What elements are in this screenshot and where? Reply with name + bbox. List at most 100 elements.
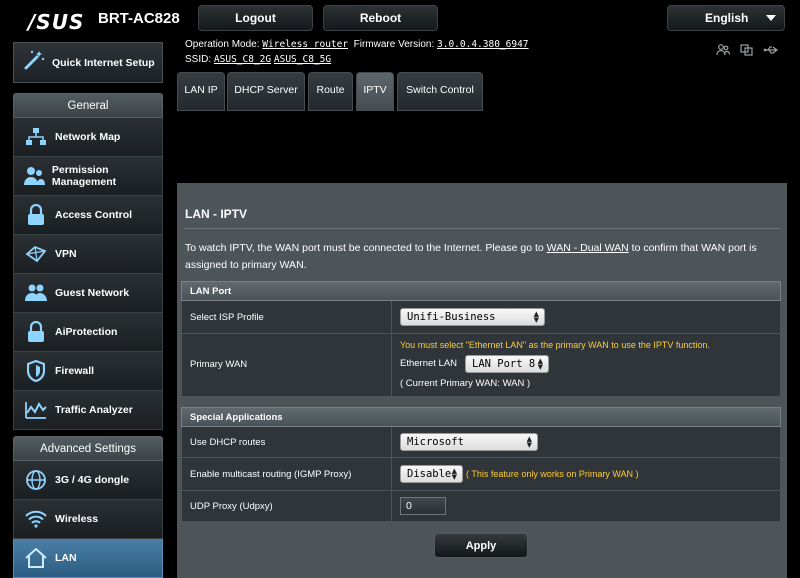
isp-profile-row: Select ISP Profile Unifi-Business ▲ ▼ — [181, 301, 781, 334]
sidebar-item-traffic-analyzer[interactable]: Traffic Analyzer — [13, 391, 163, 430]
isp-profile-label: Select ISP Profile — [190, 312, 264, 323]
tab-switch-control[interactable]: Switch Control — [397, 72, 483, 111]
reboot-button[interactable]: Reboot — [323, 5, 438, 31]
vpn-icon — [22, 240, 50, 268]
page-description: To watch IPTV, the WAN port must be conn… — [185, 240, 770, 274]
title-divider — [184, 228, 780, 229]
sidebar-item-access-control[interactable]: Access Control — [13, 196, 163, 235]
logout-button[interactable]: Logout — [198, 5, 313, 31]
multicast-routing-cell: Disable ▲ ▼ ( This feature only works on … — [391, 458, 782, 490]
primary-wan-row: Primary WAN You must select "Ethernet LA… — [181, 334, 781, 397]
tab-iptv[interactable]: IPTV — [356, 72, 394, 111]
usb-icon[interactable] — [763, 44, 779, 59]
sidebar-item-aiprotection[interactable]: AiProtection — [13, 313, 163, 352]
ethernet-lan-label: Ethernet LAN — [400, 358, 458, 369]
isp-profile-select[interactable]: Unifi-Business ▲ ▼ — [400, 308, 545, 326]
primary-wan-label: Primary WAN — [190, 359, 248, 370]
sidebar-item-wireless[interactable]: Wireless — [13, 500, 163, 539]
sidebar-item-lan[interactable]: LAN — [13, 539, 163, 578]
home-icon — [22, 544, 50, 572]
firmware-link[interactable]: 3.0.0.4.380_6947 — [437, 39, 529, 50]
description-text-1: To watch IPTV, the WAN port must be conn… — [185, 242, 547, 254]
dhcp-routes-cell: Microsoft ▲ ▼ — [391, 427, 782, 457]
dhcp-routes-select[interactable]: Microsoft ▲ ▼ — [400, 433, 538, 451]
sidebar-item-network-map[interactable]: Network Map — [13, 118, 163, 157]
sidebar-item-vpn[interactable]: VPN — [13, 235, 163, 274]
sidebar-item-label: Traffic Analyzer — [55, 404, 133, 416]
multicast-note: ( This feature only works on Primary WAN… — [466, 469, 639, 479]
top-bar: /SUS BRT-AC828 Logout Reboot English — [0, 0, 800, 36]
tab-route[interactable]: Route — [308, 72, 353, 111]
isp-profile-value: Unifi-Business — [407, 311, 496, 323]
lan-port-header: LAN Port — [181, 281, 781, 301]
globe-icon — [22, 466, 50, 494]
wan-dual-wan-link[interactable]: WAN - Dual WAN — [547, 242, 629, 254]
sidebar-item-label: Access Control — [55, 209, 133, 221]
updown-arrow-icon: ▲ ▼ — [533, 310, 539, 324]
sidebar-item-label: Permission Management — [51, 164, 117, 188]
operation-mode-label: Operation Mode: — [185, 39, 260, 50]
sidebar-item-firewall[interactable]: Firewall — [13, 352, 163, 391]
language-select[interactable]: English — [667, 5, 785, 31]
quick-internet-setup[interactable]: Quick Internet Setup — [13, 42, 163, 83]
ssid-5g-link[interactable]: ASUS_C8_5G — [274, 54, 331, 65]
guest-icon — [22, 279, 50, 307]
udp-proxy-cell: 0 — [391, 491, 782, 521]
multicast-routing-row: Enable multicast routing (IGMP Proxy) Di… — [181, 458, 781, 491]
updown-arrow-icon: ▲ ▼ — [526, 435, 532, 449]
current-primary-wan: ( Current Primary WAN: WAN ) — [400, 378, 531, 389]
primary-wan-warning: You must select "Ethernet LAN" as the pr… — [400, 340, 710, 350]
magic-wand-icon — [22, 48, 46, 77]
operation-mode-line: Operation Mode: Wireless router Firmware… — [185, 39, 529, 50]
general-header: General — [13, 93, 163, 118]
ssid-2g-link[interactable]: ASUS_C8_2G — [214, 54, 271, 65]
wifi-icon — [22, 505, 50, 533]
users-icon — [22, 162, 47, 190]
clients-icon[interactable] — [716, 44, 731, 59]
sidebar-item-label: LAN — [55, 552, 77, 564]
udp-proxy-label: UDP Proxy (Udpxy) — [190, 501, 273, 512]
dhcp-routes-row: Use DHCP routes Microsoft ▲ ▼ — [181, 427, 781, 458]
special-applications-header: Special Applications — [181, 407, 781, 427]
network-map-icon — [22, 123, 50, 151]
dhcp-routes-value: Microsoft — [407, 436, 464, 448]
sidebar-item-label: Network Map — [55, 131, 121, 143]
page-title: LAN - IPTV — [185, 207, 247, 221]
multicast-routing-label: Enable multicast routing (IGMP Proxy) — [190, 469, 352, 480]
sidebar-item-dongle[interactable]: 3G / 4G dongle — [13, 461, 163, 500]
operation-mode-link[interactable]: Wireless router — [262, 39, 348, 50]
udp-proxy-input[interactable]: 0 — [400, 497, 446, 515]
sidebar-item-label: 3G / 4G dongle — [55, 474, 130, 486]
multicast-routing-value: Disable — [407, 468, 452, 480]
dhcp-routes-label: Use DHCP routes — [190, 437, 266, 448]
sidebar-item-permission-management[interactable]: Permission Management — [13, 157, 163, 196]
status-icons — [716, 44, 779, 59]
firmware-label: Firmware Version: — [353, 39, 435, 50]
sidebar-item-guest-network[interactable]: Guest Network — [13, 274, 163, 313]
lock-icon — [22, 201, 50, 229]
copy-icon[interactable] — [740, 44, 753, 59]
apply-button[interactable]: Apply — [434, 533, 528, 558]
shield-icon — [22, 357, 50, 385]
quick-internet-setup-label: Quick Internet Setup — [52, 56, 155, 69]
tab-lan-ip[interactable]: LAN IP — [177, 72, 225, 111]
chevron-down-icon — [766, 15, 776, 21]
multicast-routing-select[interactable]: Disable ▲ ▼ — [400, 465, 463, 483]
lock-icon — [22, 318, 50, 346]
ssid-label: SSID: — [185, 54, 212, 65]
ethernet-lan-select[interactable]: LAN Port 8 ▲ ▼ — [465, 355, 549, 373]
model-name: BRT-AC828 — [98, 10, 180, 27]
ssid-line: SSID: ASUS_C8_2G ASUS_C8_5G — [185, 54, 331, 65]
tab-dhcp-server[interactable]: DHCP Server — [227, 72, 305, 111]
chart-icon — [22, 396, 50, 424]
primary-wan-cell: You must select "Ethernet LAN" as the pr… — [391, 334, 782, 396]
language-label: English — [705, 11, 749, 25]
isp-profile-cell: Unifi-Business ▲ ▼ — [391, 301, 782, 333]
sidebar-item-label: Guest Network — [55, 287, 130, 299]
sidebar-item-label: AiProtection — [55, 326, 118, 338]
sidebar-item-label: Wireless — [55, 513, 99, 525]
sidebar-item-label: Firewall — [55, 365, 95, 377]
udp-proxy-row: UDP Proxy (Udpxy) 0 — [181, 491, 781, 522]
asus-logo: /SUS — [28, 10, 85, 34]
ethernet-lan-value: LAN Port 8 — [472, 358, 536, 370]
